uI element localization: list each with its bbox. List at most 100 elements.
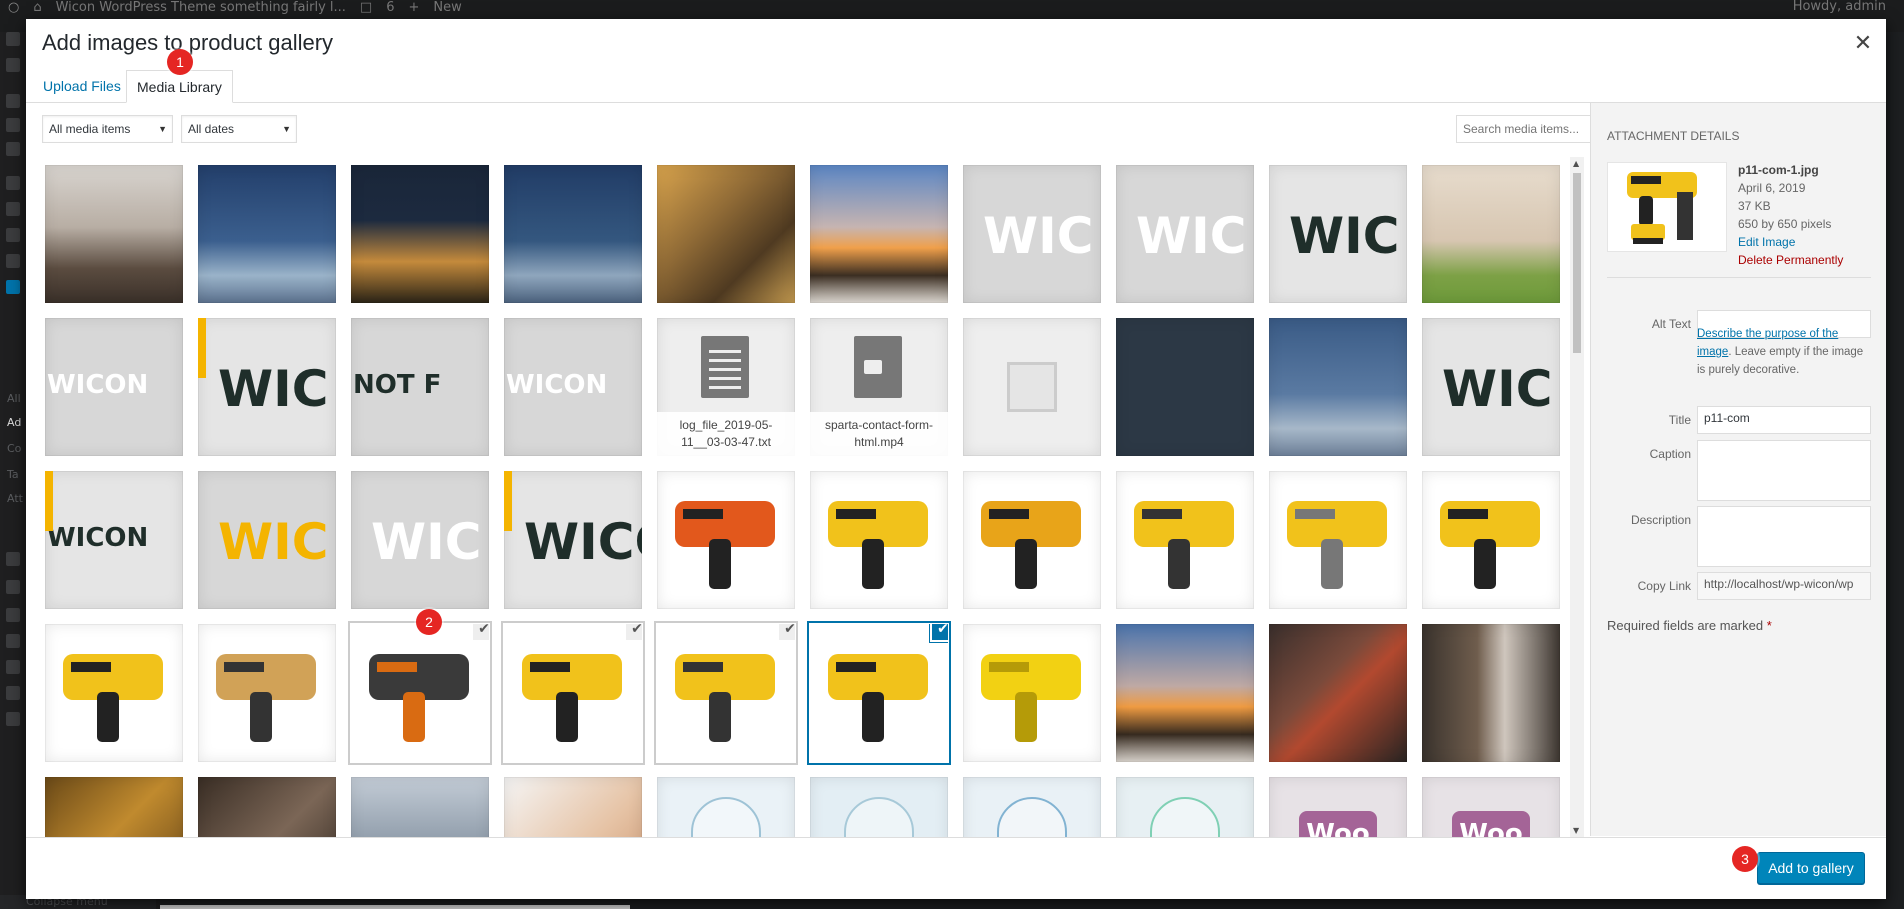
- attachment-item[interactable]: [810, 777, 948, 837]
- attachment-item[interactable]: [45, 777, 183, 837]
- site-title-link[interactable]: Wicon WordPress Theme something fairly l…: [56, 0, 346, 15]
- menu-item-icon[interactable]: [6, 94, 20, 108]
- copy-link-field[interactable]: http://localhost/wp-wicon/wp: [1697, 572, 1871, 600]
- attachment-item[interactable]: [198, 777, 336, 837]
- attachment-item[interactable]: NOT F: [351, 318, 489, 456]
- scroll-up-icon[interactable]: ▲: [1573, 159, 1579, 168]
- comments-count[interactable]: 6: [386, 0, 394, 15]
- attachment-item[interactable]: [1422, 471, 1560, 609]
- attachment-item[interactable]: [1422, 624, 1560, 762]
- home-icon[interactable]: ⌂: [33, 0, 41, 15]
- attachment-item[interactable]: sparta-contact-form-html.mp4: [810, 318, 948, 456]
- attachment-item[interactable]: [1269, 318, 1407, 456]
- new-link[interactable]: New: [433, 0, 461, 15]
- attachment-item[interactable]: [1116, 777, 1254, 837]
- date-filter[interactable]: All dates ▼: [181, 115, 297, 143]
- submenu-item[interactable]: Ta: [7, 468, 19, 481]
- new-plus-icon[interactable]: +: [408, 0, 419, 15]
- attachment-item[interactable]: ✔: [504, 624, 642, 762]
- attachment-item[interactable]: WIC: [198, 318, 336, 456]
- submenu-item[interactable]: Ad: [7, 416, 21, 429]
- check-icon[interactable]: ✔: [625, 624, 642, 641]
- attachment-item[interactable]: WIC: [1116, 165, 1254, 303]
- attachment-item[interactable]: WICON: [45, 471, 183, 609]
- scroll-down-icon[interactable]: ▼: [1573, 826, 1579, 835]
- tab-upload-files[interactable]: Upload Files: [33, 70, 131, 103]
- attachment-item[interactable]: [1116, 471, 1254, 609]
- menu-item-icon[interactable]: [6, 118, 20, 132]
- title-field[interactable]: p11-com: [1697, 406, 1871, 434]
- menu-item-icon[interactable]: [6, 32, 20, 46]
- menu-item-icon[interactable]: [6, 634, 20, 648]
- comments-icon[interactable]: □: [360, 0, 372, 15]
- menu-item-icon[interactable]: [6, 228, 20, 242]
- menu-item-icon[interactable]: [6, 142, 20, 156]
- attachment-item[interactable]: [810, 165, 948, 303]
- delete-permanently-link[interactable]: Delete Permanently: [1738, 251, 1843, 269]
- attachment-item[interactable]: WIC: [1422, 318, 1560, 456]
- scrollbar-thumb[interactable]: [1573, 173, 1581, 353]
- menu-item-icon[interactable]: [6, 686, 20, 700]
- attachment-item[interactable]: log_file_2019-05-11__03-03-47.txt: [657, 318, 795, 456]
- menu-item-icon[interactable]: [6, 254, 20, 268]
- attachment-item[interactable]: [657, 165, 795, 303]
- attachment-item[interactable]: ✔: [351, 624, 489, 762]
- attachment-item[interactable]: [1116, 624, 1254, 762]
- media-type-filter[interactable]: All media items ▼: [42, 115, 173, 143]
- caption-field[interactable]: [1697, 440, 1871, 501]
- attachment-item[interactable]: [45, 624, 183, 762]
- attachment-item[interactable]: [1422, 165, 1560, 303]
- attachment-item[interactable]: [810, 471, 948, 609]
- attachment-item[interactable]: [45, 165, 183, 303]
- description-field[interactable]: [1697, 506, 1871, 567]
- menu-item-active-icon[interactable]: [6, 280, 20, 294]
- attachment-item[interactable]: [504, 165, 642, 303]
- add-to-gallery-button[interactable]: Add to gallery: [1757, 852, 1865, 884]
- attachment-item[interactable]: [198, 165, 336, 303]
- submenu-item[interactable]: Co: [7, 442, 21, 455]
- menu-item-icon[interactable]: [6, 552, 20, 566]
- check-icon[interactable]: ✔: [931, 624, 948, 641]
- menu-item-icon[interactable]: [6, 608, 20, 622]
- attachment-item[interactable]: ✔: [810, 624, 948, 762]
- close-icon[interactable]: ✕: [1852, 33, 1874, 55]
- attachment-item[interactable]: [504, 777, 642, 837]
- menu-item-icon[interactable]: [6, 176, 20, 190]
- menu-item-icon[interactable]: [6, 712, 20, 726]
- attachment-item[interactable]: [1269, 624, 1407, 762]
- attachment-item[interactable]: Woo: [1269, 777, 1407, 837]
- submenu-item[interactable]: All: [7, 392, 21, 405]
- wordpress-logo-icon[interactable]: ○: [8, 0, 19, 15]
- edit-image-link[interactable]: Edit Image: [1738, 233, 1843, 251]
- attachment-item[interactable]: WICC: [504, 471, 642, 609]
- howdy-link[interactable]: Howdy, admin: [1793, 0, 1886, 14]
- attachment-item[interactable]: WIC: [351, 471, 489, 609]
- menu-item-icon[interactable]: [6, 202, 20, 216]
- attachment-item[interactable]: WICON: [504, 318, 642, 456]
- attachment-item[interactable]: [351, 777, 489, 837]
- attachment-item[interactable]: [963, 777, 1101, 837]
- menu-item-icon[interactable]: [6, 660, 20, 674]
- attachment-item[interactable]: [963, 471, 1101, 609]
- attachment-item[interactable]: [657, 471, 795, 609]
- attachment-item[interactable]: Woo: [1422, 777, 1560, 837]
- menu-item-icon[interactable]: [6, 580, 20, 594]
- grid-scrollbar[interactable]: ▲ ▼: [1570, 157, 1584, 837]
- attachment-item[interactable]: [657, 777, 795, 837]
- attachment-item[interactable]: WICON: [45, 318, 183, 456]
- attachment-item[interactable]: [351, 165, 489, 303]
- attachment-item[interactable]: WIC: [198, 471, 336, 609]
- attachment-item[interactable]: ✔: [657, 624, 795, 762]
- attachment-item[interactable]: WIC: [963, 165, 1101, 303]
- attachment-item[interactable]: WIC: [1269, 165, 1407, 303]
- search-input[interactable]: [1456, 115, 1612, 143]
- check-icon[interactable]: ✔: [778, 624, 795, 641]
- check-icon[interactable]: ✔: [472, 624, 489, 641]
- attachment-item[interactable]: [198, 624, 336, 762]
- attachment-item[interactable]: [1269, 471, 1407, 609]
- attachment-item[interactable]: [963, 318, 1101, 456]
- attachment-item[interactable]: [963, 624, 1101, 762]
- submenu-item[interactable]: Att: [7, 492, 23, 505]
- attachment-item[interactable]: [1116, 318, 1254, 456]
- menu-item-icon[interactable]: [6, 58, 20, 72]
